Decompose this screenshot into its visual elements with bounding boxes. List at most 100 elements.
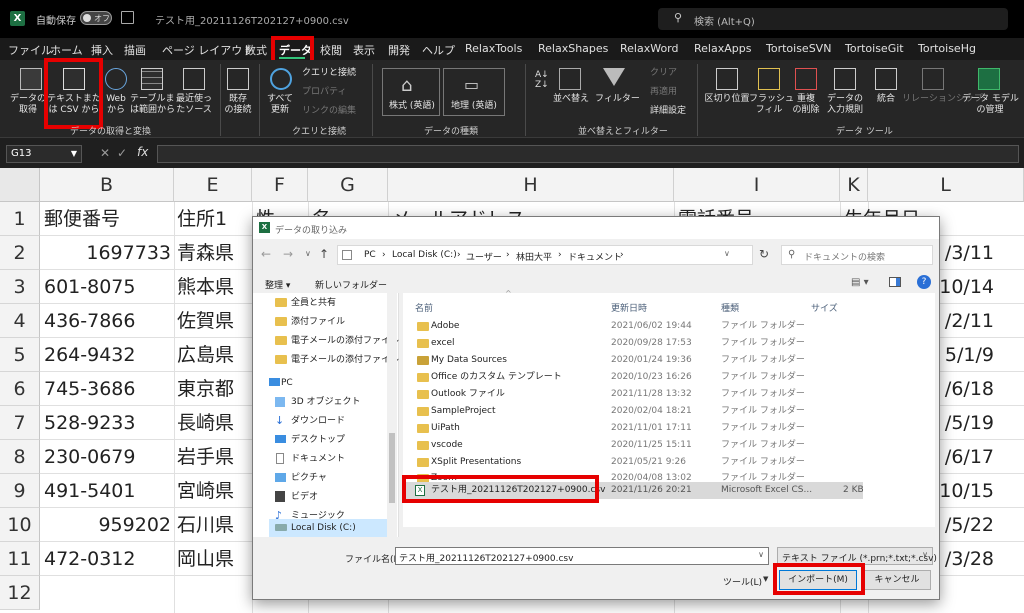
tab-review[interactable]: 校閲 — [320, 42, 342, 58]
cell-b5[interactable]: 264-9432 — [44, 338, 135, 372]
insert-function-icon[interactable]: fx — [137, 145, 148, 159]
breadcrumb-disk[interactable]: Local Disk (C:) — [392, 250, 457, 260]
row-header[interactable]: 7 — [0, 406, 40, 440]
dialog-search-box[interactable]: ⚲ ドキュメントの検索 — [781, 245, 933, 265]
tab-view[interactable]: 表示 — [353, 42, 375, 58]
cell-e3[interactable]: 熊本県 — [177, 270, 234, 304]
chevron-down-icon[interactable]: ∨ — [758, 550, 764, 559]
reapply-button[interactable]: 再適用 — [650, 87, 677, 98]
address-bar[interactable]: PC › Local Disk (C:) › ユーザー › 林田大平 › ドキュ… — [337, 245, 753, 265]
nav-item-pc[interactable]: PC — [259, 374, 293, 392]
queries-connections-button[interactable]: クエリと接続 — [302, 68, 356, 79]
tab-tortoisehg[interactable]: TortoiseHg — [918, 42, 976, 55]
nav-item[interactable]: デスクトップ — [269, 431, 345, 449]
enter-icon[interactable]: ✓ — [117, 146, 127, 160]
tab-relaxtools[interactable]: RelaxTools — [465, 42, 522, 55]
autosave-toggle[interactable]: オフ — [80, 11, 112, 25]
data-validation-button[interactable]: データの 入力規則 — [823, 94, 867, 116]
column-header-f[interactable]: F — [252, 168, 308, 202]
breadcrumb-users[interactable]: ユーザー — [466, 250, 502, 263]
tab-relaxshapes[interactable]: RelaxShapes — [538, 42, 608, 55]
filename-input[interactable]: テスト用_20211126T202127+0900.csv ∨ — [395, 547, 769, 565]
tools-menu[interactable]: ツール(L) — [723, 575, 762, 588]
file-row[interactable]: SampleProject 2020/02/04 18:21 ファイル フォルダー — [413, 403, 853, 420]
nav-item-local-disk[interactable]: Local Disk (C:) — [269, 519, 397, 537]
breadcrumb-pc[interactable]: PC — [364, 250, 376, 260]
row-header[interactable]: 4 — [0, 304, 40, 338]
nav-item[interactable]: ↓ ダウンロード — [269, 412, 345, 430]
recent-sources-button[interactable]: 最近使っ たソース — [173, 94, 215, 116]
breadcrumb-user[interactable]: 林田大平 — [516, 250, 552, 263]
formula-input[interactable] — [157, 145, 1019, 163]
file-row[interactable]: Office のカスタム テンプレート 2020/10/23 16:26 ファイル … — [413, 369, 853, 386]
back-arrow-icon[interactable]: ← — [261, 247, 271, 261]
name-box[interactable]: G13 ▼ — [6, 145, 82, 163]
refresh-icon[interactable]: ↻ — [759, 247, 769, 261]
nav-scrollbar[interactable] — [387, 293, 397, 537]
cell-b2[interactable]: 1697733 — [40, 236, 171, 270]
cell-b10[interactable]: 959202 — [40, 508, 171, 542]
file-row[interactable]: excel 2020/09/28 17:53 ファイル フォルダー — [413, 335, 853, 352]
cell-b4[interactable]: 436-7866 — [44, 304, 135, 338]
relationships-button[interactable]: リレーションシップ — [902, 94, 983, 105]
row-header[interactable]: 8 — [0, 440, 40, 474]
row-header[interactable]: 2 — [0, 236, 40, 270]
flash-fill-button[interactable]: フラッシュ フィル — [749, 94, 794, 116]
nav-item[interactable]: ドキュメント — [269, 450, 345, 468]
tab-developer[interactable]: 開発 — [388, 42, 410, 58]
select-all-corner[interactable] — [0, 168, 40, 202]
tab-tortoisegit[interactable]: TortoiseGit — [845, 42, 904, 55]
row-header[interactable]: 10 — [0, 508, 40, 542]
from-web-button[interactable]: Web から — [102, 94, 130, 116]
up-arrow-icon[interactable]: ↑ — [319, 247, 329, 261]
cell-e7[interactable]: 長崎県 — [177, 406, 234, 440]
file-row[interactable]: My Data Sources 2020/01/24 19:36 ファイル フォルダ… — [413, 352, 853, 369]
column-header-l[interactable]: L — [868, 168, 1024, 202]
new-folder-button[interactable]: 新しいフォルダー — [315, 278, 387, 291]
recent-dropdown-icon[interactable]: ∨ — [305, 249, 311, 258]
cell-e2[interactable]: 青森県 — [177, 236, 234, 270]
cell-e6[interactable]: 東京都 — [177, 372, 234, 406]
tab-formulas[interactable]: 数式 — [245, 42, 267, 58]
cancel-icon[interactable]: ✕ — [100, 146, 110, 160]
row-header[interactable]: 5 — [0, 338, 40, 372]
cell-b7[interactable]: 528-9233 — [44, 406, 135, 440]
row-header[interactable]: 9 — [0, 474, 40, 508]
nav-item[interactable]: 3D オブジェクト — [269, 393, 361, 411]
tab-help[interactable]: ヘルプ — [422, 42, 455, 58]
tab-file[interactable]: ファイル — [8, 42, 52, 58]
tab-draw[interactable]: 描画 — [124, 42, 146, 58]
file-row[interactable]: Adobe 2021/06/02 19:44 ファイル フォルダー — [413, 318, 853, 335]
file-row[interactable]: vscode 2020/11/25 15:11 ファイル フォルダー — [413, 437, 853, 454]
row-header[interactable]: 3 — [0, 270, 40, 304]
properties-button[interactable]: プロパティ — [302, 87, 346, 98]
row-header[interactable]: 12 — [0, 576, 40, 610]
nav-item[interactable]: 添付ファイル — [269, 313, 345, 331]
existing-connections-button[interactable]: 既存 の接続 — [222, 94, 254, 116]
cell-e8[interactable]: 岩手県 — [177, 440, 234, 474]
view-options-icon[interactable]: ▤ ▾ — [851, 277, 869, 288]
nav-item[interactable]: 電子メールの添付ファイル — [269, 332, 399, 350]
nav-item[interactable]: ビデオ — [269, 488, 318, 506]
cell-b1[interactable]: 郵便番号 — [44, 202, 120, 236]
row-header[interactable]: 11 — [0, 542, 40, 576]
filter-button[interactable]: フィルター — [595, 94, 640, 105]
cell-e11[interactable]: 岡山県 — [177, 542, 234, 576]
nav-item[interactable]: 全員と共有 — [269, 294, 336, 312]
cell-b3[interactable]: 601-8075 — [44, 270, 135, 304]
address-dropdown-icon[interactable]: ∨ — [724, 249, 730, 258]
remove-duplicates-button[interactable]: 重複 の削除 — [787, 94, 825, 116]
cell-e1[interactable]: 住所1 — [177, 202, 227, 236]
preview-pane-icon[interactable] — [889, 277, 901, 287]
consolidate-button[interactable]: 統合 — [870, 94, 902, 105]
nav-scroll-thumb[interactable] — [389, 433, 395, 503]
tools-dropdown-icon[interactable]: ▼ — [763, 575, 768, 583]
tab-relaxword[interactable]: RelaxWord — [620, 42, 679, 55]
from-table-button[interactable]: テーブルま は範囲から — [130, 94, 175, 116]
file-row[interactable]: XSplit Presentations 2021/05/21 9:26 ファイル … — [413, 454, 853, 471]
cell-e10[interactable]: 石川県 — [177, 508, 234, 542]
column-header-i[interactable]: I — [674, 168, 840, 202]
cell-e5[interactable]: 広島県 — [177, 338, 234, 372]
organize-button[interactable]: 整理 ▾ — [265, 278, 290, 291]
column-date[interactable]: 更新日時 — [611, 301, 647, 314]
